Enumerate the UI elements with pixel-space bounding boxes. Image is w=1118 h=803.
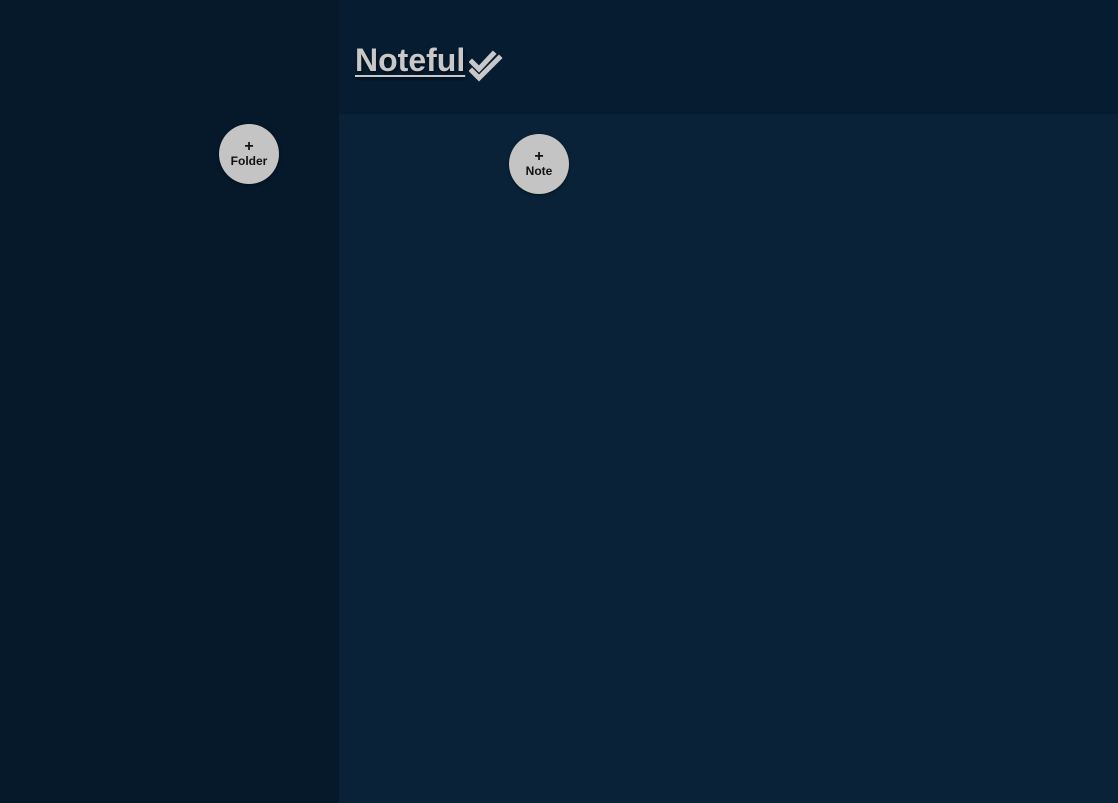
header: Noteful	[339, 0, 1118, 114]
app-title-link[interactable]: Noteful	[355, 44, 465, 76]
main-content: + Note	[339, 114, 1118, 803]
add-folder-label: Folder	[230, 154, 268, 168]
plus-icon: +	[534, 148, 544, 165]
sidebar: + Folder	[0, 0, 339, 803]
plus-icon: +	[244, 138, 254, 155]
add-note-button[interactable]: + Note	[509, 134, 569, 194]
double-check-icon	[469, 50, 503, 82]
add-note-label: Note	[525, 164, 553, 178]
add-folder-button[interactable]: + Folder	[219, 124, 279, 184]
app-root: + Folder Noteful + Note	[0, 0, 1118, 803]
